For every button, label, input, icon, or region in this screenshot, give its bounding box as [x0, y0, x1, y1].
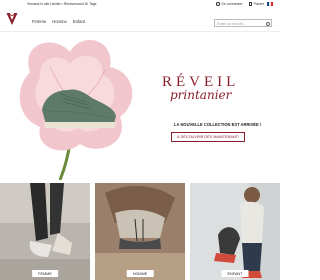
- homme-category-image: [95, 183, 185, 280]
- hero-banner[interactable]: RÉVEIL printanier LA NOUVELLE COLLECTION…: [0, 32, 280, 180]
- hero-flower-shoe-image: [19, 40, 133, 180]
- account-links: Se connecter Panier: [216, 2, 264, 6]
- search-input[interactable]: Entrez un mot-clé...: [214, 19, 272, 27]
- search-placeholder: Entrez un mot-clé...: [217, 22, 246, 26]
- login-link[interactable]: Se connecter: [216, 2, 243, 6]
- hero-title-script: printanier: [170, 88, 232, 102]
- category-tiles: FEMME HOMME ENFANT: [0, 183, 280, 280]
- main-nav: Femme Homme Enfant: [32, 19, 85, 24]
- nav-item-homme[interactable]: Homme: [52, 19, 67, 24]
- cart-link[interactable]: Panier: [248, 2, 264, 6]
- femme-button[interactable]: FEMME: [32, 270, 58, 277]
- discover-button[interactable]: À DÉCOUVRIR DÈS MAINTENANT!: [171, 132, 245, 142]
- user-icon: [216, 2, 220, 6]
- nav-item-femme[interactable]: Femme: [32, 19, 46, 24]
- hero-subtitle: LA NOUVELLE COLLECTION EST ARRIVÉE !: [174, 122, 262, 127]
- homme-button[interactable]: HOMME: [126, 270, 154, 277]
- tile-femme[interactable]: FEMME: [0, 183, 90, 280]
- bag-icon: [248, 2, 253, 6]
- language-flag-icon[interactable]: [267, 2, 273, 6]
- tile-enfant[interactable]: ENFANT: [190, 183, 280, 280]
- enfant-category-image: [190, 183, 280, 280]
- v-logo-icon[interactable]: [6, 12, 18, 26]
- tile-homme[interactable]: HOMME: [95, 183, 185, 280]
- enfant-button[interactable]: ENFANT: [221, 270, 249, 277]
- shipping-notice: Versand in alle Länder • Rückversand 30 …: [27, 2, 97, 6]
- search-icon[interactable]: [265, 21, 270, 26]
- site-header: Femme Homme Enfant Entrez un mot-clé...: [0, 10, 280, 32]
- top-bar: Versand in alle Länder • Rückversand 30 …: [0, 0, 280, 10]
- nav-item-enfant[interactable]: Enfant: [73, 19, 85, 24]
- femme-category-image: [0, 183, 90, 280]
